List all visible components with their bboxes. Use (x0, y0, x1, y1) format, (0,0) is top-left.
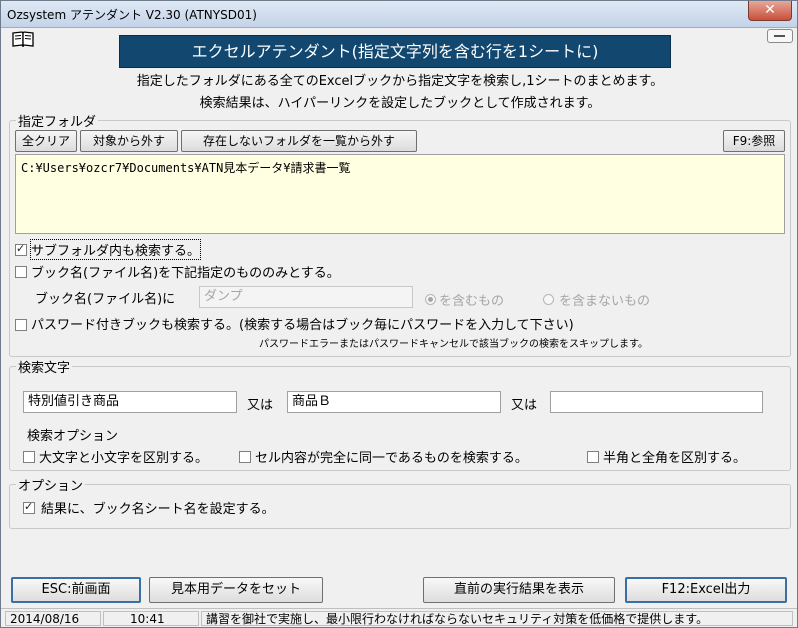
search-options-title: 検索オプション (27, 429, 119, 444)
options-legend: オプション (18, 479, 84, 494)
last-result-button[interactable]: 直前の実行結果を表示 (423, 577, 615, 603)
not-contains-radio[interactable] (543, 294, 554, 305)
not-contains-radio-label[interactable]: を含まないもの (559, 290, 650, 309)
browse-button[interactable]: F9:参照 (723, 130, 785, 152)
sheetname-label[interactable]: 結果に、ブック名シート名を設定する。 (41, 498, 275, 517)
back-button[interactable]: ESC:前画面 (11, 577, 141, 603)
contains-radio-label[interactable]: を含むもの (439, 290, 504, 309)
bookname-filter-label[interactable]: ブック名(ファイル名)を下記指定のもののみとする。 (31, 262, 340, 281)
sheetname-checkbox[interactable] (23, 500, 35, 514)
password-note: パスワードエラーまたはパスワードキャンセルで該当ブックの検索をスキップします。 (259, 339, 648, 350)
case-sensitive-checkbox[interactable] (23, 451, 35, 463)
or-label-2: 又は (511, 398, 538, 413)
title-bar: Ozsystem アテンダント V2.30 (ATNYSD01) ✕ (1, 1, 797, 28)
password-checkbox[interactable] (15, 319, 27, 331)
search-term-3-input[interactable] (550, 391, 763, 413)
remove-missing-folders-button[interactable]: 存在しないフォルダを一覧から外す (181, 130, 417, 152)
bookname-filter-checkbox[interactable] (15, 266, 27, 278)
search-term-1-input[interactable]: 特別値引き商品 (23, 391, 237, 413)
search-legend: 検索文字 (18, 361, 71, 376)
width-sensitive-checkbox[interactable] (587, 451, 599, 463)
excel-output-button[interactable]: F12:Excel出力 (625, 577, 787, 603)
width-sensitive-label[interactable]: 半角と全角を区別する。 (603, 447, 746, 466)
description-line-1: 指定したフォルダにある全てのExcelブックから指定文字を検索し,1シートのまと… (136, 74, 664, 89)
bookname-field-label: ブック名(ファイル名)に (35, 292, 176, 307)
close-button[interactable]: ✕ (748, 1, 792, 21)
folder-list[interactable]: C:¥Users¥ozcr7¥Documents¥ATN見本データ¥請求書一覧 (15, 154, 785, 234)
folder-legend: 指定フォルダ (18, 115, 97, 130)
window-title: Ozsystem アテンダント V2.30 (ATNYSD01) (7, 8, 257, 22)
status-time: 10:41 (103, 611, 199, 626)
password-label[interactable]: パスワード付きブックも検索する。(検索する場合はブック毎にパスワードを入力して下… (31, 314, 574, 333)
page-title: エクセルアテンダント(指定文字列を含む行を1シートに) (119, 35, 671, 68)
folder-list-item[interactable]: C:¥Users¥ozcr7¥Documents¥ATN見本データ¥請求書一覧 (21, 159, 779, 176)
description-line-2: 検索結果は、ハイパーリンクを設定したブックとして作成されます。 (199, 96, 601, 111)
exact-match-label[interactable]: セル内容が完全に同一であるものを検索する。 (255, 447, 528, 466)
subfolder-checkbox[interactable] (15, 242, 27, 256)
status-message: 講習を御社で実施し、最小限行わなければならないセキュリティ対策を低価格で提供しま… (201, 611, 793, 626)
bookname-input[interactable]: ダンプ (199, 286, 413, 308)
contains-radio[interactable] (425, 294, 436, 305)
exact-match-checkbox[interactable] (239, 451, 251, 463)
app-window: Ozsystem アテンダント V2.30 (ATNYSD01) ✕ エクセルア… (0, 0, 798, 628)
status-bar: 2014/08/16 10:41 講習を御社で実施し、最小限行わなければならない… (1, 608, 797, 627)
sample-data-button[interactable]: 見本用データをセット (149, 577, 323, 603)
case-sensitive-label[interactable]: 大文字と小文字を区別する。 (39, 447, 208, 466)
search-term-2-input[interactable]: 商品Ｂ (287, 391, 501, 413)
remove-target-button[interactable]: 対象から外す (80, 130, 178, 152)
close-icon: ✕ (764, 2, 776, 18)
or-label-1: 又は (247, 398, 274, 413)
status-date: 2014/08/16 (5, 611, 101, 626)
clear-all-button[interactable]: 全クリア (15, 130, 77, 152)
minimize-icon[interactable] (767, 29, 793, 43)
book-icon[interactable] (12, 31, 34, 47)
subfolder-label[interactable]: サブフォルダ内も検索する。 (29, 239, 202, 260)
